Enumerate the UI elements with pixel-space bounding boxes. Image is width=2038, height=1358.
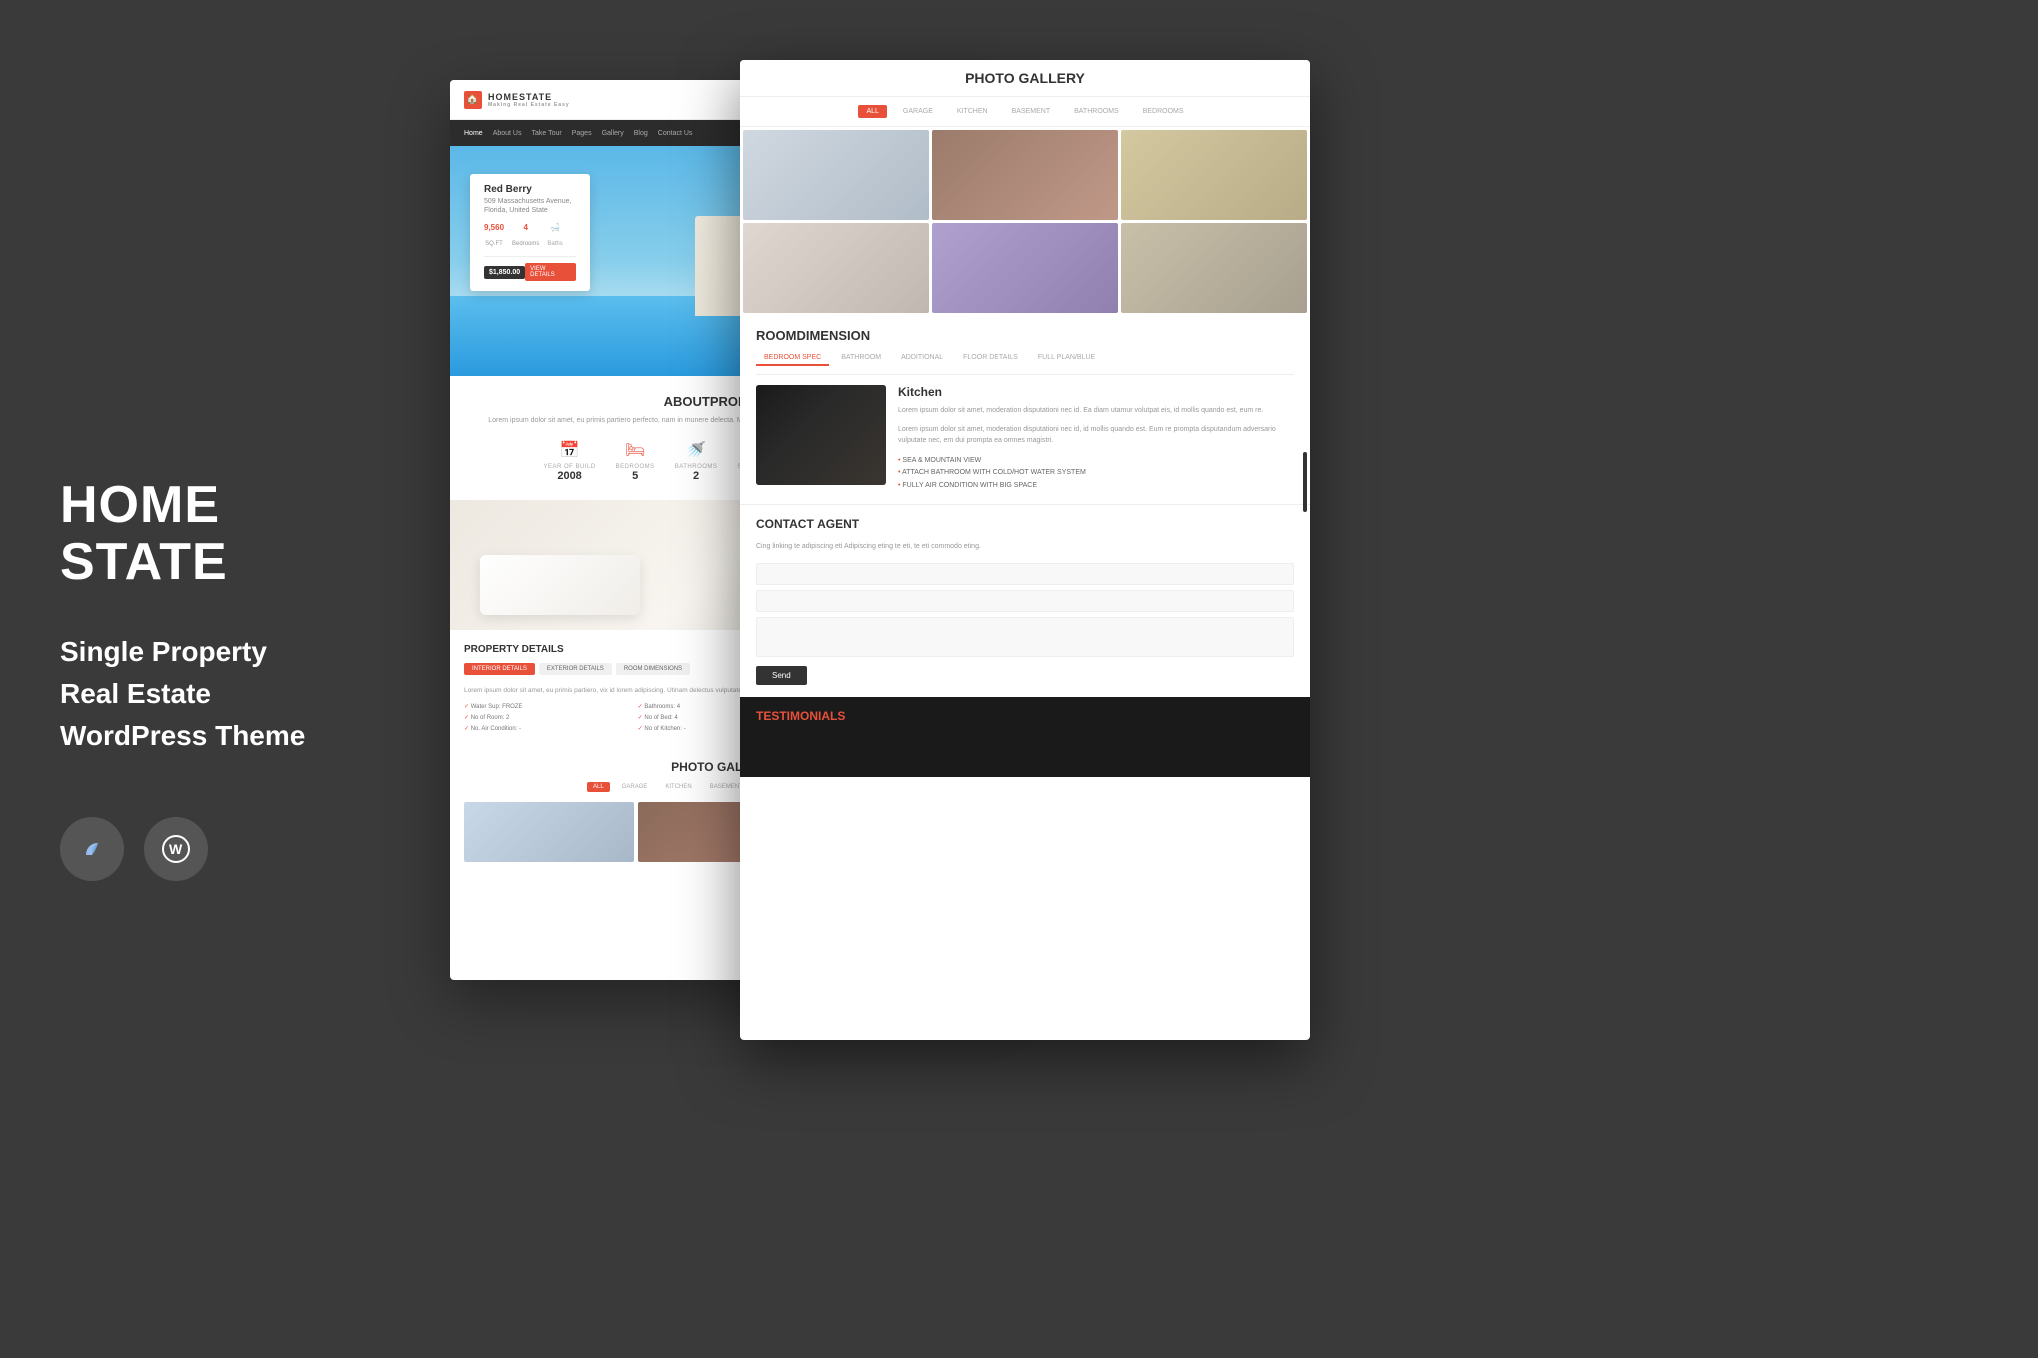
room-tabs: BEDROOM SPEC BATHROOM ADDITIONAL FLOOR D…	[756, 351, 1294, 375]
back-screenshot: PHOTO GALLERY ALL GARAGE KITCHEN BASEMEN…	[740, 60, 1310, 1040]
property-address: 509 Massachusetts Avenue, Florida, Unite…	[484, 197, 576, 215]
gallery-img-1[interactable]	[464, 802, 634, 862]
stat-bedrooms: 4 Bedrooms	[512, 223, 539, 250]
detail-water: Water Sup: FROZE	[464, 703, 634, 710]
logo-tagline: Making Real Estate Easy	[488, 102, 570, 108]
bgtab-kitchen[interactable]: KITCHEN	[949, 105, 996, 118]
stat-year: 📅 YEAR OF BUILD 2008	[543, 440, 595, 482]
room-features: SEA & MOUNTAIN VIEW ATTACH BATHROOM WITH…	[898, 455, 1294, 493]
back-gimg-2[interactable]	[932, 130, 1118, 220]
stat-bathrooms: 🚿 BATHROOMS 2	[675, 440, 718, 482]
bgtab-all[interactable]: ALL	[858, 105, 886, 118]
sofa-shape	[480, 555, 640, 615]
detail-aircond: No. Air Condition: -	[464, 725, 634, 732]
room-dimension-section: ROOMDIMENSION BEDROOM SPEC BATHROOM ADDI…	[740, 316, 1310, 504]
property-price: $1,850.00	[484, 266, 525, 279]
property-stats: 9,560 SQ.FT 4 Bedrooms 🛁 Baths	[484, 223, 576, 257]
contact-name-field[interactable]	[756, 563, 1294, 585]
back-gallery-grid	[740, 127, 1310, 316]
rtab-bedroom[interactable]: BEDROOM SPEC	[756, 351, 829, 366]
contact-title: CONTACT AGENT	[756, 517, 1294, 531]
themeforest-icon[interactable]	[60, 817, 124, 881]
room-dim-title: ROOMDIMENSION	[756, 328, 1294, 343]
stat-bedrooms: 🛏 BEDROOMS 5	[616, 440, 655, 482]
subtitle-line3: WordPress Theme	[60, 715, 380, 757]
nav-pages[interactable]: Pages	[572, 130, 592, 137]
bed-icon: 🛏	[616, 440, 655, 460]
logo-text: HOMESTATE	[488, 92, 570, 102]
subtitle-line1: Single Property	[60, 631, 380, 673]
wordpress-icon[interactable]: W	[144, 817, 208, 881]
property-card: Red Berry 509 Massachusetts Avenue, Flor…	[470, 174, 590, 291]
contact-section: CONTACT AGENT Cing linking te adipiscing…	[740, 504, 1310, 696]
feature-1: SEA & MOUNTAIN VIEW	[898, 455, 1294, 468]
room-info: Kitchen Lorem ipsum dolor sit amet, mode…	[898, 385, 1294, 492]
back-gimg-4[interactable]	[743, 223, 929, 313]
room-content: Kitchen Lorem ipsum dolor sit amet, mode…	[756, 385, 1294, 492]
contact-message-field[interactable]	[756, 617, 1294, 657]
gtab-all[interactable]: ALL	[587, 782, 610, 792]
scrollbar[interactable]	[1303, 452, 1307, 512]
gtab-kitchen[interactable]: KITCHEN	[659, 782, 697, 792]
logo-icon: 🏠	[464, 91, 482, 109]
stat-bath: 🛁 Baths	[547, 223, 562, 250]
tab-exterior[interactable]: EXTERIOR DETAILS	[539, 663, 612, 675]
nav-gallery[interactable]: Gallery	[602, 130, 624, 137]
subtitle-line2: Real Estate	[60, 673, 380, 715]
svg-text:W: W	[169, 841, 183, 857]
nav-home[interactable]: Home	[464, 130, 483, 137]
rtab-plan[interactable]: FULL PLAN/BLUE	[1030, 351, 1103, 366]
back-gallery-header: PHOTO GALLERY	[740, 60, 1310, 97]
calendar-icon: 📅	[543, 440, 595, 460]
bgtab-bathrooms[interactable]: BATHROOMS	[1066, 105, 1127, 118]
nav-blog[interactable]: Blog	[634, 130, 648, 137]
testimonials-section: TESTIMONIALS	[740, 697, 1310, 777]
room-desc-2: Lorem ipsum dolor sit amet, moderation d…	[898, 424, 1294, 446]
bgtab-bedrooms[interactable]: BEDROOMS	[1135, 105, 1192, 118]
gtab-garage[interactable]: GARAGE	[616, 782, 654, 792]
contact-submit-button[interactable]: Send	[756, 666, 807, 685]
front-logo: 🏠 HOMESTATE Making Real Estate Easy	[464, 91, 570, 109]
back-gallery-title: PHOTO GALLERY	[756, 70, 1294, 86]
bath-icon: 🚿	[675, 440, 718, 460]
nav-contact[interactable]: Contact Us	[658, 130, 693, 137]
tab-room-dim[interactable]: ROOM DIMENSIONS	[616, 663, 690, 675]
feature-2: ATTACH BATHROOM WITH COLD/HOT WATER SYST…	[898, 467, 1294, 480]
room-name: Kitchen	[898, 385, 1294, 399]
rtab-floor[interactable]: FLOOR DETAILS	[955, 351, 1026, 366]
room-desc: Lorem ipsum dolor sit amet, moderation d…	[898, 405, 1294, 416]
back-gimg-5[interactable]	[932, 223, 1118, 313]
subtitle-block: Single Property Real Estate WordPress Th…	[60, 631, 380, 757]
tab-interior[interactable]: INTERIOR DETAILS	[464, 663, 535, 675]
back-gimg-3[interactable]	[1121, 130, 1307, 220]
screenshots-area: 🏠 HOMESTATE Making Real Estate Easy 539.…	[440, 0, 2038, 1358]
bgtab-garage[interactable]: GARAGE	[895, 105, 941, 118]
testimonials-title: TESTIMONIALS	[756, 709, 1294, 723]
contact-description: Cing linking te adipiscing eti Adipiscin…	[756, 541, 1294, 552]
back-gimg-1[interactable]	[743, 130, 929, 220]
contact-email-field[interactable]	[756, 590, 1294, 612]
room-photo	[756, 385, 886, 485]
stat-area: 9,560 SQ.FT	[484, 223, 504, 250]
brand-icons: W	[60, 817, 380, 881]
feature-3: FULLY AIR CONDITION WITH BIG SPACE	[898, 480, 1294, 493]
bgtab-basement[interactable]: BASEMENT	[1004, 105, 1059, 118]
rtab-additional[interactable]: ADDITIONAL	[893, 351, 951, 366]
property-name: Red Berry	[484, 184, 576, 195]
main-title: HOME STATE	[60, 477, 380, 591]
nav-tour[interactable]: Take Tour	[531, 130, 561, 137]
back-gallery-tabs: ALL GARAGE KITCHEN BASEMENT BATHROOMS BE…	[740, 97, 1310, 127]
left-panel: HOME STATE Single Property Real Estate W…	[0, 0, 440, 1358]
view-details-button[interactable]: VIEW DETAILS	[525, 263, 576, 281]
back-gimg-6[interactable]	[1121, 223, 1307, 313]
detail-rooms: No of Room: 2	[464, 714, 634, 721]
nav-about[interactable]: About Us	[493, 130, 522, 137]
rtab-bathroom[interactable]: BATHROOM	[833, 351, 889, 366]
property-actions: $1,850.00 VIEW DETAILS	[484, 263, 576, 281]
